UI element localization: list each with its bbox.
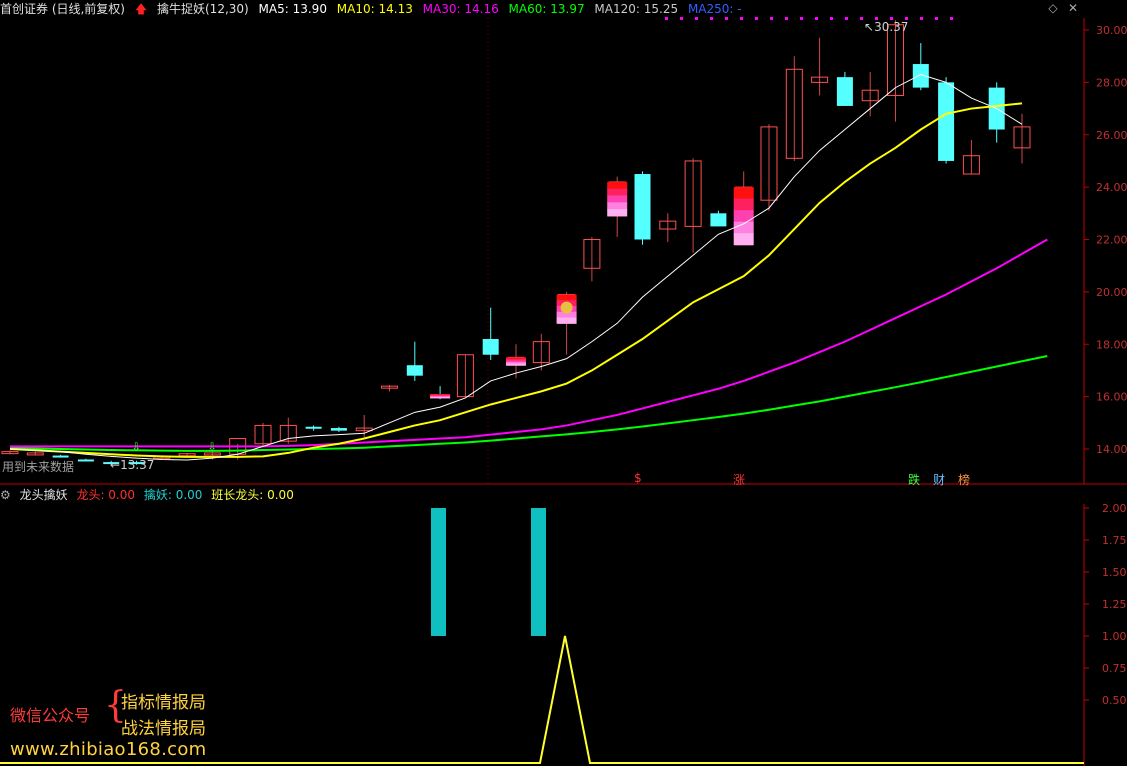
- y-tick-label: 16.00: [1096, 391, 1127, 404]
- y-tick-label: 30.00: [1096, 24, 1127, 37]
- y-tick-label: 18.00: [1096, 338, 1127, 351]
- arrow-icon: ↖: [864, 20, 875, 34]
- sub-y-tick-label: 0.50: [1102, 694, 1127, 707]
- candle-body-down: [305, 426, 322, 429]
- longtou-value: 龙头: 0.00: [76, 488, 136, 502]
- watermark-line-2: 战法情报局: [121, 719, 206, 739]
- ma30-line: [10, 238, 1048, 448]
- signal-dot: [920, 17, 923, 20]
- limit-up-block: [506, 363, 526, 366]
- sub-y-tick-label: 1.50: [1102, 566, 1127, 579]
- low-price-label: ←13.37: [110, 458, 154, 472]
- y-tick-label: 28.00: [1096, 76, 1127, 89]
- sub-y-tick-label: 0.75: [1102, 662, 1127, 675]
- limit-up-block: [607, 188, 628, 197]
- candle-body-down: [406, 365, 423, 376]
- sub-settings-icon[interactable]: ⚙: [0, 488, 11, 502]
- candle-body-down: [634, 174, 651, 240]
- candle-body-down: [710, 213, 727, 227]
- coin-bag-icon: [560, 301, 573, 314]
- limit-up-block: [430, 397, 451, 399]
- signal-dot: [770, 17, 773, 20]
- candle-body-down: [482, 339, 499, 355]
- limit-up-block: [733, 198, 754, 211]
- sub-chart-title[interactable]: 龙头擒妖: [20, 488, 68, 502]
- signal-dot: [740, 17, 743, 20]
- signal-dot: [935, 17, 938, 20]
- future-data-label: 用到未来数据: [2, 460, 75, 474]
- sub-chart-header: ⚙ 龙头擒妖 龙头: 0.00 擒妖: 0.00 班长龙头: 0.00: [0, 486, 1080, 504]
- limit-up-block: [733, 210, 754, 223]
- signal-dot: [860, 17, 863, 20]
- qinyao-value: 擒妖: 0.00: [143, 488, 203, 502]
- y-tick-label: 22.00: [1096, 234, 1127, 247]
- qinyao-bar: [531, 508, 546, 636]
- sub-y-tick-label: 1.75: [1102, 534, 1127, 547]
- sub-y-tick-label: 1.00: [1102, 630, 1127, 643]
- limit-up-block: [556, 294, 577, 301]
- candle-body-down: [330, 428, 347, 431]
- low-price-value: 13.37: [120, 458, 155, 472]
- stock-chart-window: 首创证券 (日线,前复权) 🡅 擒牛捉妖(12,30) MA5: 13.90 M…: [0, 0, 1127, 766]
- signal-dot: [695, 17, 698, 20]
- signal-dot: [800, 17, 803, 20]
- limit-up-block: [733, 233, 754, 246]
- signal-dot: [950, 17, 953, 20]
- watermark-line-1: 指标情报局: [121, 693, 206, 713]
- limit-up-block: [607, 181, 628, 190]
- banzhang-value: 班长龙头: 0.00: [211, 488, 294, 502]
- limit-up-block: [607, 195, 628, 203]
- buy-arrow-marker: ⇩: [207, 440, 216, 453]
- signal-dot: [785, 17, 788, 20]
- limit-up-block: [607, 202, 628, 210]
- qinyao-bar: [431, 508, 446, 636]
- y-tick-label: 24.00: [1096, 181, 1127, 194]
- signal-dot: [710, 17, 713, 20]
- signal-dot: [680, 17, 683, 20]
- signal-dot: [830, 17, 833, 20]
- limit-up-block: [733, 187, 754, 200]
- candle-body-down: [77, 459, 94, 462]
- limit-up-block: [607, 209, 628, 217]
- limit-up-block: [556, 317, 577, 324]
- event-label-dollar[interactable]: $: [634, 471, 642, 485]
- high-price-label: ↖30.37: [864, 20, 908, 34]
- signal-dot: [725, 17, 728, 20]
- sub-y-tick-label: 2.00: [1102, 504, 1127, 515]
- wechat-account-label: 微信公众号: [10, 706, 91, 725]
- watermark-url: www.zhibiao168.com: [10, 739, 207, 760]
- y-tick-label: 14.00: [1096, 443, 1127, 456]
- signal-dot: [665, 17, 668, 20]
- y-tick-label: 20.00: [1096, 286, 1127, 299]
- candle-body-down: [938, 82, 955, 161]
- signal-dot: [845, 17, 848, 20]
- left-arrow-icon: ←: [110, 458, 121, 472]
- candlestick-chart[interactable]: 30.00 28.00 26.00 24.00 22.00 20.00 18.00 16.00…: [0, 0, 1127, 486]
- y-tick-label: 26.00: [1096, 129, 1127, 142]
- candle-body-down: [836, 77, 853, 106]
- signal-dot: [755, 17, 758, 20]
- high-price-value: 30.37: [874, 20, 909, 34]
- ma10-line: [9, 102, 1023, 458]
- sub-y-tick-label: 1.25: [1102, 598, 1127, 611]
- buy-arrow-marker: ⇩: [132, 440, 141, 453]
- ma5-line: [9, 73, 1023, 461]
- signal-dot: [815, 17, 818, 20]
